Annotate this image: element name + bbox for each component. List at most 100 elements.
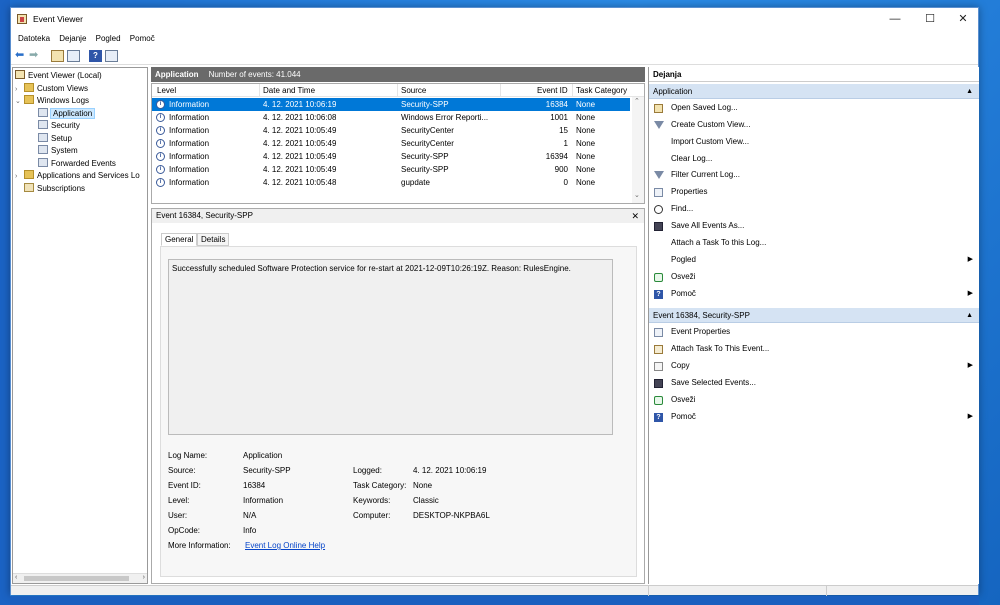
prop-keywords-value: Classic [413,496,439,505]
tree-item-security[interactable]: Security [38,120,80,132]
col-date-time[interactable]: Date and Time [263,86,315,95]
table-row[interactable]: i Information 4. 12. 2021 10:05:49 Secur… [152,150,630,163]
action-osvezi-event[interactable]: Osveži [649,392,979,408]
tree-item-applications-and-services[interactable]: › Applications and Services Lo [15,170,140,182]
actions-section-event[interactable]: Event 16384, Security-SPP ▲ [649,308,979,323]
action-properties[interactable]: Properties [649,184,979,200]
close-detail-icon[interactable]: ✕ [631,209,639,223]
event-message-box[interactable]: Successfully scheduled Software Protecti… [168,259,613,435]
tree-item-subscriptions[interactable]: Subscriptions [24,183,85,195]
col-task-category[interactable]: Task Category [576,86,627,95]
center-pane: Application Number of events: 41.044 Leve… [151,67,645,584]
action-clear-log[interactable]: Clear Log... [649,151,979,167]
tab-details[interactable]: Details [197,233,230,246]
information-icon: i [156,165,165,174]
save-icon [654,222,663,231]
scroll-right-icon[interactable]: › [143,574,145,581]
tab-general[interactable]: General [161,233,198,246]
tree-item-windows-logs[interactable]: ⌄ Windows Logs [15,95,89,107]
action-copy[interactable]: Copy ▶ [649,358,979,374]
action-osvezi[interactable]: Osveži [649,269,979,285]
help-icon: ? [654,413,663,422]
action-pomoc-event[interactable]: ? Pomoč ▶ [649,409,979,425]
tree-item-system[interactable]: System [38,145,78,157]
show-hide-action-pane-icon[interactable] [105,50,118,62]
prop-user-label: User: [168,511,188,520]
col-source[interactable]: Source [401,86,426,95]
chevron-down-icon[interactable]: ⌄ [15,96,24,108]
find-icon [654,205,663,214]
table-row[interactable]: i Information 4. 12. 2021 10:05:49 Secur… [152,137,630,150]
table-row[interactable]: i Information 4. 12. 2021 10:05:48 gupda… [152,176,630,189]
prop-level-value: Information [243,496,284,505]
prop-opcode-label: OpCode: [168,526,201,535]
prop-logged-label: Logged: [353,466,382,475]
back-arrow-icon[interactable]: ⬅ [15,50,28,62]
collapse-up-icon[interactable]: ▲ [966,84,973,99]
col-level[interactable]: Level [157,86,176,95]
table-row[interactable]: i Information 4. 12. 2021 10:06:19 Secur… [152,98,630,111]
table-row[interactable]: i Information 4. 12. 2021 10:05:49 Secur… [152,163,630,176]
folder-icon [24,95,34,104]
scroll-left-icon[interactable]: ‹ [15,574,17,581]
menu-datoteka[interactable]: Datoteka [18,32,50,46]
show-hide-tree-icon[interactable] [67,50,80,62]
information-icon: i [156,100,165,109]
copy-icon [654,362,663,371]
prop-source-value: Security-SPP [243,466,291,475]
minimize-button[interactable]: — [878,8,912,30]
information-icon: i [156,152,165,161]
table-row[interactable]: i Information 4. 12. 2021 10:05:49 Secur… [152,124,630,137]
action-save-selected-events[interactable]: Save Selected Events... [649,375,979,391]
title-bar: Event Viewer — ☐ ✕ [11,8,978,30]
folder-icon [24,170,34,179]
log-icon [38,108,48,117]
tree-item-forwarded-events[interactable]: Forwarded Events [38,158,116,170]
help-icon[interactable]: ? [89,50,102,62]
grid-vertical-scrollbar[interactable]: ⌃ ⌄ [632,97,644,203]
action-pogled[interactable]: Pogled ▶ [649,252,979,268]
action-attach-task-to-event[interactable]: Attach Task To This Event... [649,341,979,357]
prop-computer-label: Computer: [353,511,391,520]
action-create-custom-view[interactable]: Create Custom View... [649,117,979,133]
scroll-up-icon[interactable]: ⌃ [634,97,640,105]
close-window-button[interactable]: ✕ [946,8,980,30]
menu-bar: Datoteka Dejanje Pogled Pomoč [11,32,978,46]
action-save-all-events[interactable]: Save All Events As... [649,218,979,234]
action-find[interactable]: Find... [649,201,979,217]
tree-item-event-viewer-local[interactable]: Event Viewer (Local) [15,70,102,82]
action-attach-task-to-log[interactable]: Attach a Task To this Log... [649,235,979,251]
collapse-up-icon[interactable]: ▲ [966,308,973,323]
maximize-button[interactable]: ☐ [913,8,947,30]
tree-horizontal-scrollbar[interactable]: ‹ › [13,573,147,583]
status-segment [826,586,978,596]
col-event-id[interactable]: Event ID [537,86,568,95]
actions-section-application[interactable]: Application ▲ [649,84,979,99]
action-event-properties[interactable]: Event Properties [649,324,979,340]
log-icon [38,133,48,142]
chevron-right-icon[interactable]: › [15,171,24,183]
scroll-thumb[interactable] [24,576,129,581]
action-filter-current-log[interactable]: Filter Current Log... [649,167,979,183]
actions-pane: Dejanja Application ▲ Open Saved Log... C… [648,67,979,584]
event-viewer-icon [15,70,25,79]
scroll-down-icon[interactable]: ⌄ [634,191,640,199]
desktop-background [10,596,979,605]
tree-item-setup[interactable]: Setup [38,133,72,145]
event-log-online-help-link[interactable]: Event Log Online Help [245,541,325,550]
action-open-saved-log[interactable]: Open Saved Log... [649,100,979,116]
forward-arrow-icon[interactable]: ➡ [29,50,42,62]
menu-pogled[interactable]: Pogled [96,32,121,46]
event-grid: Level Date and Time Source Event ID Task… [151,83,645,204]
subscriptions-icon [24,183,34,192]
filter-icon [654,171,664,179]
action-import-custom-view[interactable]: Import Custom View... [649,134,979,150]
tree-item-custom-views[interactable]: › Custom Views [15,83,88,95]
window-title: Event Viewer [33,14,83,24]
action-pomoc[interactable]: ? Pomoč ▶ [649,286,979,302]
tree-item-application[interactable]: Application [38,108,96,120]
table-row[interactable]: i Information 4. 12. 2021 10:06:08 Windo… [152,111,630,124]
menu-dejanje[interactable]: Dejanje [59,32,86,46]
up-folder-icon[interactable] [51,50,64,62]
menu-pomoc[interactable]: Pomoč [130,32,155,46]
